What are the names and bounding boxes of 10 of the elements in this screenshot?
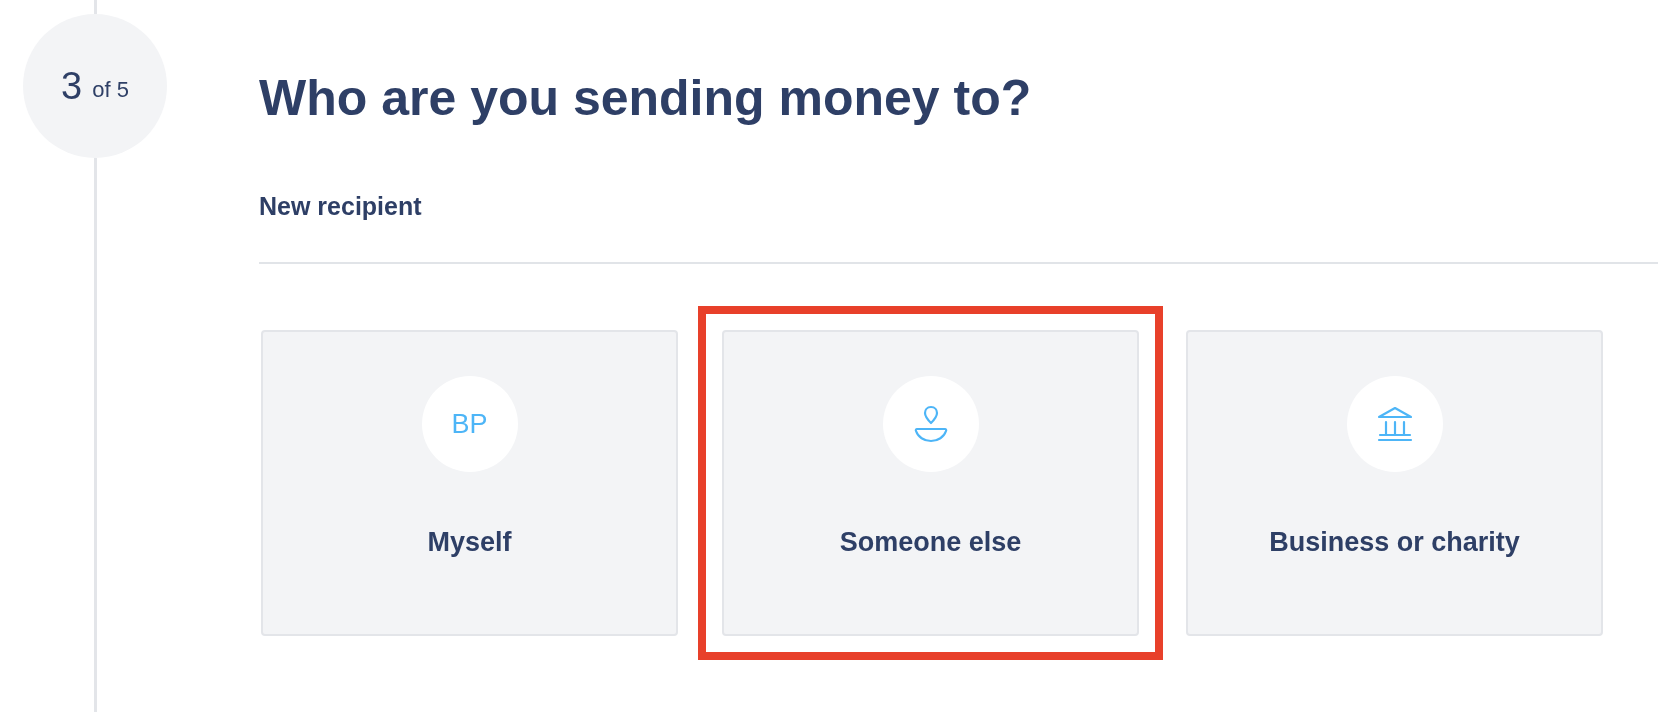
initials-avatar: BP — [421, 376, 518, 472]
recipient-option-card[interactable]: Someone else — [722, 330, 1139, 636]
step-number: 3 — [61, 67, 83, 105]
page-heading: Who are you sending money to? — [259, 69, 1032, 128]
person-icon — [912, 404, 949, 444]
bank-icon — [1375, 406, 1414, 442]
recipient-option-card[interactable]: Business or charity — [1186, 330, 1603, 636]
recipient-option-card[interactable]: BP Myself — [261, 330, 678, 636]
section-label: New recipient — [259, 191, 422, 222]
step-total: of 5 — [92, 79, 129, 101]
